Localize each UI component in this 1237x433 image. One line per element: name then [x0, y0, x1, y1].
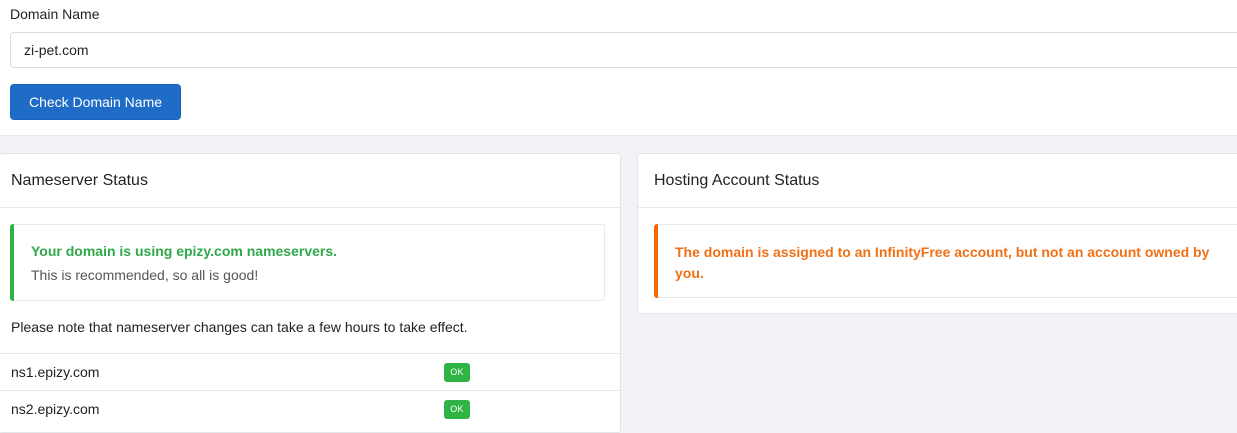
table-row: ns2.epizy.com OK [0, 390, 620, 427]
domain-name-input[interactable] [10, 32, 1237, 68]
domain-name-label: Domain Name [10, 6, 100, 22]
nameserver-status-card: Nameserver Status Your domain is using e… [0, 153, 621, 433]
propagation-note: Please note that nameserver changes can … [11, 319, 468, 335]
alert-title: Your domain is using epizy.com nameserve… [31, 243, 338, 259]
alert-title: The domain is assigned to an InfinityFre… [675, 244, 1210, 281]
status-badge: OK [444, 363, 470, 382]
hosting-account-status-title: Hosting Account Status [638, 154, 1237, 208]
check-domain-button[interactable]: Check Domain Name [10, 84, 181, 120]
nameserver-name: ns1.epizy.com [11, 364, 100, 380]
nameserver-status-title: Nameserver Status [0, 154, 620, 208]
nameserver-success-alert: Your domain is using epizy.com nameserve… [10, 224, 605, 301]
hosting-account-status-card: Hosting Account Status The domain is ass… [637, 153, 1237, 314]
domain-check-form: Domain Name Check Domain Name [0, 0, 1237, 136]
alert-text: This is recommended, so all is good! [31, 267, 259, 283]
table-row: ns1.epizy.com OK [0, 353, 620, 390]
hosting-warning-alert: The domain is assigned to an InfinityFre… [654, 224, 1237, 298]
alert-accent-bar [10, 224, 14, 301]
alert-accent-bar [654, 224, 658, 298]
nameserver-name: ns2.epizy.com [11, 401, 100, 417]
nameserver-table: ns1.epizy.com OK ns2.epizy.com OK [0, 353, 620, 427]
status-badge: OK [444, 400, 470, 419]
